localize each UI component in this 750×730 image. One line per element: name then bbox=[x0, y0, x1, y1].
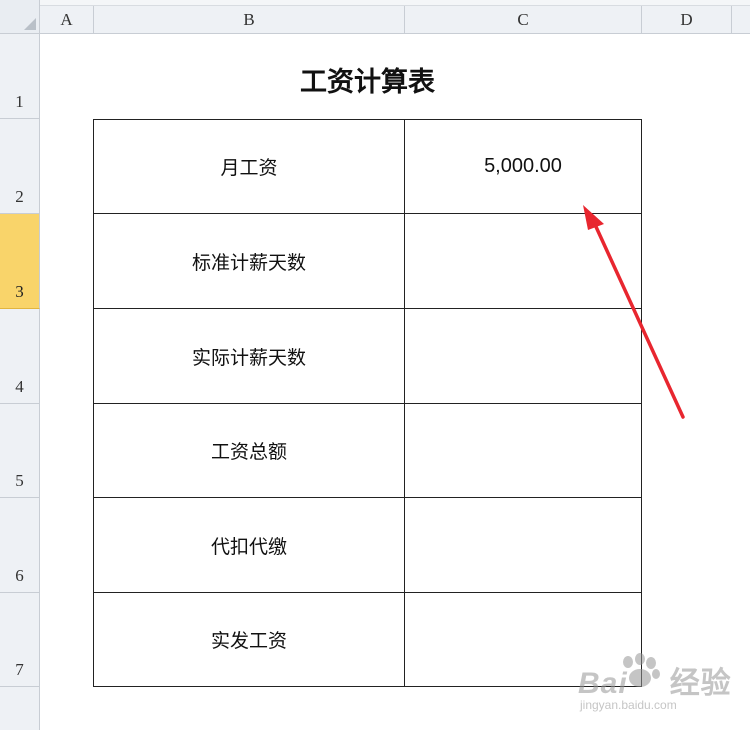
watermark-url: jingyan.baidu.com bbox=[580, 698, 677, 712]
watermark-logo-text: Bai 经验 bbox=[578, 667, 732, 700]
baidu-jingyan-watermark: Bai 经验 jingyan.baidu.com bbox=[572, 650, 742, 725]
annotation-arrow-icon bbox=[583, 205, 685, 419]
